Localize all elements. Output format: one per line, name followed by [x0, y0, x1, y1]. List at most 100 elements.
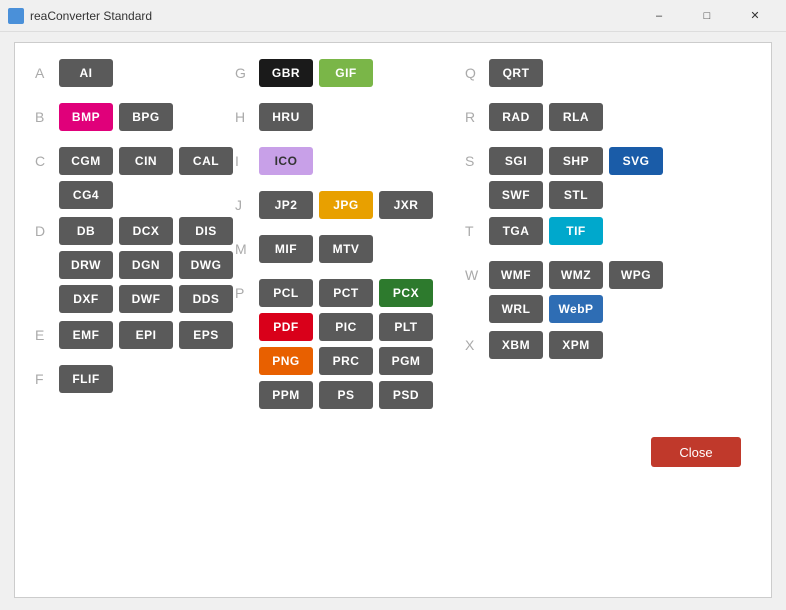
letter-A: A	[35, 59, 59, 81]
format-btn-eps[interactable]: EPS	[179, 321, 233, 349]
format-btn-emf[interactable]: EMF	[59, 321, 113, 349]
title-bar: reaConverter Standard – □ ✕	[0, 0, 786, 32]
format-grid: AAIBBMPBPGCCGMCINCALCG4DDBDCXDISDRWDGNDW…	[35, 59, 751, 417]
section-J: JJP2JPGJXR	[235, 191, 465, 227]
format-btn-tga[interactable]: TGA	[489, 217, 543, 245]
format-btn-bmp[interactable]: BMP	[59, 103, 113, 131]
format-btn-pcx[interactable]: PCX	[379, 279, 433, 307]
format-btn-bpg[interactable]: BPG	[119, 103, 173, 131]
format-btn-dgn[interactable]: DGN	[119, 251, 173, 279]
format-btn-swf[interactable]: SWF	[489, 181, 543, 209]
section-D: DDBDCXDIS DRWDGNDWG DXFDWFDDS	[35, 217, 235, 313]
letter-P: P	[235, 279, 259, 301]
format-btn-png[interactable]: PNG	[259, 347, 313, 375]
format-btn-wpg[interactable]: WPG	[609, 261, 663, 289]
format-btn-xbm[interactable]: XBM	[489, 331, 543, 359]
formats-X: XBMXPM	[489, 331, 603, 359]
format-btn-dwg[interactable]: DWG	[179, 251, 233, 279]
letter-X: X	[465, 331, 489, 353]
formats-P: PCLPCTPCX PDFPICPLT PNGPRCPGM PPMPSPSD	[259, 279, 465, 409]
format-btn-rla[interactable]: RLA	[549, 103, 603, 131]
format-btn-cal[interactable]: CAL	[179, 147, 233, 175]
format-btn-cgm[interactable]: CGM	[59, 147, 113, 175]
window-close-button[interactable]: ✕	[732, 0, 778, 32]
section-W: WWMFWMZWPG WRLWebP	[465, 261, 675, 323]
letter-Q: Q	[465, 59, 489, 81]
format-btn-mif[interactable]: MIF	[259, 235, 313, 263]
formats-C: CGMCINCAL CG4	[59, 147, 235, 209]
format-btn-qrt[interactable]: QRT	[489, 59, 543, 87]
format-btn-webp[interactable]: WebP	[549, 295, 603, 323]
section-E: EEMFEPIEPS	[35, 321, 235, 357]
format-btn-dis[interactable]: DIS	[179, 217, 233, 245]
minimize-button[interactable]: –	[636, 0, 682, 32]
format-btn-prc[interactable]: PRC	[319, 347, 373, 375]
formats-M: MIFMTV	[259, 235, 373, 263]
format-btn-dds[interactable]: DDS	[179, 285, 233, 313]
formats-R: RADRLA	[489, 103, 603, 131]
letter-R: R	[465, 103, 489, 125]
close-button[interactable]: Close	[651, 437, 741, 467]
format-btn-jp2[interactable]: JP2	[259, 191, 313, 219]
format-btn-pcl[interactable]: PCL	[259, 279, 313, 307]
format-btn-db[interactable]: DB	[59, 217, 113, 245]
format-btn-pct[interactable]: PCT	[319, 279, 373, 307]
format-btn-psd[interactable]: PSD	[379, 381, 433, 409]
format-btn-dxf[interactable]: DXF	[59, 285, 113, 313]
format-btn-gif[interactable]: GIF	[319, 59, 373, 87]
section-X: XXBMXPM	[465, 331, 675, 367]
format-btn-epi[interactable]: EPI	[119, 321, 173, 349]
section-B: BBMPBPG	[35, 103, 235, 139]
letter-M: M	[235, 235, 259, 257]
format-btn-shp[interactable]: SHP	[549, 147, 603, 175]
format-btn-mtv[interactable]: MTV	[319, 235, 373, 263]
formats-S: SGISHPSVG SWFSTL	[489, 147, 675, 209]
format-btn-pdf[interactable]: PDF	[259, 313, 313, 341]
format-btn-ppm[interactable]: PPM	[259, 381, 313, 409]
format-btn-cin[interactable]: CIN	[119, 147, 173, 175]
column-2: GGBRGIFHHRUIICOJJP2JPGJXRMMIFMTVPPCLPCTP…	[235, 59, 465, 417]
section-A: AAI	[35, 59, 235, 95]
format-btn-xpm[interactable]: XPM	[549, 331, 603, 359]
format-btn-dcx[interactable]: DCX	[119, 217, 173, 245]
close-row: Close	[35, 437, 751, 467]
letter-W: W	[465, 261, 489, 283]
section-C: CCGMCINCAL CG4	[35, 147, 235, 209]
format-btn-sgi[interactable]: SGI	[489, 147, 543, 175]
column-3: QQRTRRADRLASSGISHPSVGSWFSTLTTGATIFWWMFWM…	[465, 59, 675, 417]
format-btn-ico[interactable]: ICO	[259, 147, 313, 175]
format-btn-ai[interactable]: AI	[59, 59, 113, 87]
format-btn-hru[interactable]: HRU	[259, 103, 313, 131]
format-btn-plt[interactable]: PLT	[379, 313, 433, 341]
letter-D: D	[35, 217, 59, 239]
formats-W: WMFWMZWPG WRLWebP	[489, 261, 675, 323]
format-btn-dwf[interactable]: DWF	[119, 285, 173, 313]
window-controls: – □ ✕	[636, 0, 778, 32]
column-1: AAIBBMPBPGCCGMCINCALCG4DDBDCXDISDRWDGNDW…	[35, 59, 235, 417]
format-btn-wmz[interactable]: WMZ	[549, 261, 603, 289]
format-btn-gbr[interactable]: GBR	[259, 59, 313, 87]
letter-C: C	[35, 147, 59, 169]
formats-H: HRU	[259, 103, 313, 131]
format-btn-rad[interactable]: RAD	[489, 103, 543, 131]
format-btn-wmf[interactable]: WMF	[489, 261, 543, 289]
letter-T: T	[465, 217, 489, 239]
format-btn-wrl[interactable]: WRL	[489, 295, 543, 323]
format-btn-cg4[interactable]: CG4	[59, 181, 113, 209]
format-btn-stl[interactable]: STL	[549, 181, 603, 209]
format-btn-tif[interactable]: TIF	[549, 217, 603, 245]
format-btn-jxr[interactable]: JXR	[379, 191, 433, 219]
format-btn-svg[interactable]: SVG	[609, 147, 663, 175]
format-btn-drw[interactable]: DRW	[59, 251, 113, 279]
section-G: GGBRGIF	[235, 59, 465, 95]
format-btn-flif[interactable]: FLIF	[59, 365, 113, 393]
format-btn-jpg[interactable]: JPG	[319, 191, 373, 219]
maximize-button[interactable]: □	[684, 0, 730, 32]
section-T: TTGATIF	[465, 217, 675, 253]
format-btn-pic[interactable]: PIC	[319, 313, 373, 341]
format-btn-pgm[interactable]: PGM	[379, 347, 433, 375]
app-icon	[8, 8, 24, 24]
format-btn-ps[interactable]: PS	[319, 381, 373, 409]
section-P: PPCLPCTPCX PDFPICPLT PNGPRCPGM PPMPSPSD	[235, 279, 465, 409]
formats-T: TGATIF	[489, 217, 603, 245]
